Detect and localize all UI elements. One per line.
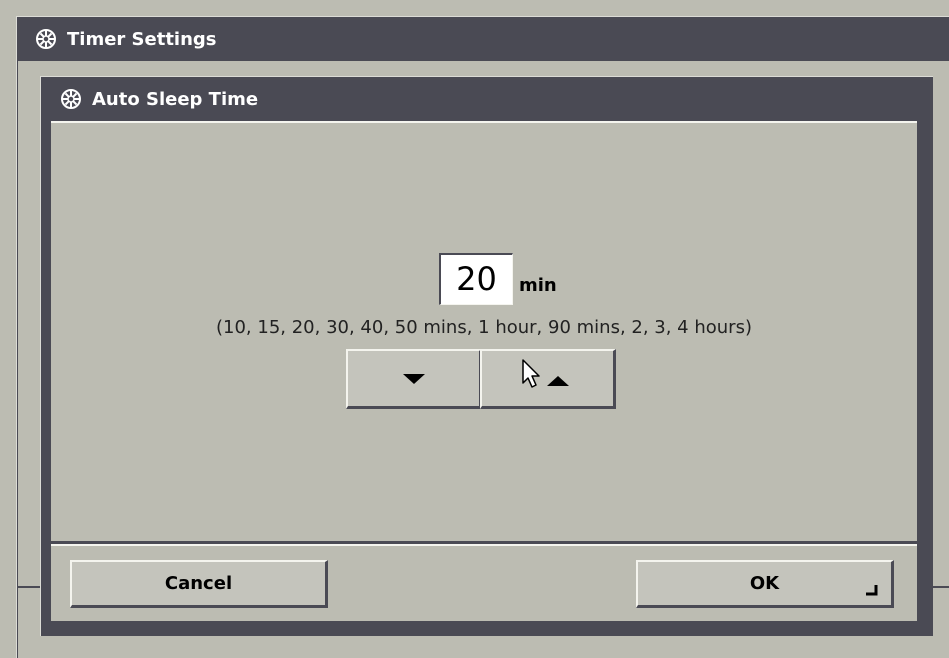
window-title-bar: Timer Settings <box>17 17 949 61</box>
mouse-pointer-icon <box>522 359 540 388</box>
dialog-title-bar: Auto Sleep Time <box>41 77 933 121</box>
value-stepper <box>346 349 618 411</box>
cancel-button-label: Cancel <box>164 573 233 594</box>
increase-button[interactable] <box>480 349 616 409</box>
enter-return-icon <box>866 585 878 596</box>
dialog-content: 20 min (10, 15, 20, 30, 40, 50 mins, 1 h… <box>51 121 917 541</box>
cancel-button[interactable]: Cancel <box>70 560 328 608</box>
dialog-footer: Cancel OK <box>51 544 917 621</box>
decrease-button[interactable] <box>346 349 482 409</box>
sleep-time-value-field[interactable]: 20 <box>439 253 513 305</box>
value-row: 20 min <box>51 249 917 305</box>
auto-sleep-dialog: Auto Sleep Time 20 min (10, 15, 20, 30, … <box>40 76 933 636</box>
settings-wheel-icon <box>61 89 81 109</box>
settings-wheel-icon <box>36 29 56 49</box>
ok-button-label: OK <box>749 573 780 594</box>
allowed-values-hint: (10, 15, 20, 30, 40, 50 mins, 1 hour, 90… <box>216 317 752 338</box>
arrow-down-icon <box>402 373 425 384</box>
ok-button[interactable]: OK <box>636 560 894 608</box>
window-title: Timer Settings <box>67 28 217 50</box>
unit-label: min <box>519 275 557 296</box>
arrow-up-icon <box>546 375 569 386</box>
dialog-title: Auto Sleep Time <box>92 88 259 110</box>
